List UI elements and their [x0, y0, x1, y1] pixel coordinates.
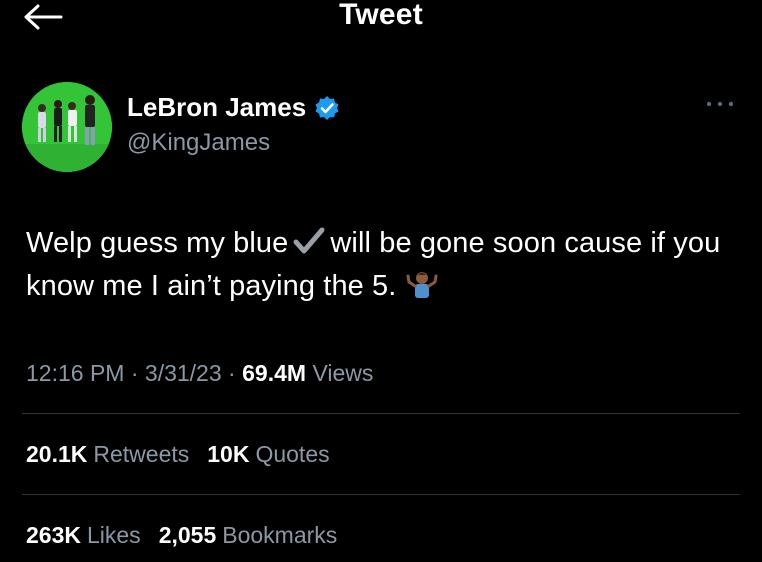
meta-separator: · — [228, 360, 236, 386]
bookmarks-count: 2,055 — [158, 522, 217, 548]
stats-row-likes: 263K Likes 2,055 Bookmarks — [26, 522, 337, 549]
divider — [22, 413, 740, 414]
views-label: Views — [312, 360, 374, 386]
author-name: LeBron James — [127, 92, 307, 122]
retweets-label: Retweets — [93, 441, 190, 467]
author-name-row[interactable]: LeBron James — [127, 92, 340, 123]
tweet-text-part1: Welp guess my blue — [26, 227, 289, 259]
quotes-stat[interactable]: 10K Quotes — [207, 441, 329, 468]
quotes-label: Quotes — [255, 441, 330, 467]
man-shrugging-emoji — [406, 272, 438, 298]
retweets-stat[interactable]: 20.1K Retweets — [26, 441, 189, 468]
author-handle[interactable]: @KingJames — [127, 129, 270, 157]
views-count: 69.4M — [242, 360, 307, 386]
top-bar: Tweet — [0, 0, 762, 40]
likes-count: 263K — [26, 522, 81, 548]
stats-row-engagement: 20.1K Retweets 10K Quotes — [26, 441, 330, 468]
divider — [22, 494, 740, 495]
bookmarks-label: Bookmarks — [222, 522, 338, 548]
tweet-date[interactable]: 3/31/23 — [145, 360, 222, 386]
avatar[interactable] — [22, 82, 112, 172]
quotes-count: 10K — [207, 441, 250, 467]
likes-stat[interactable]: 263K Likes — [26, 522, 141, 549]
heavy-check-mark-emoji — [293, 227, 325, 254]
likes-label: Likes — [86, 522, 141, 548]
avatar-image — [22, 82, 112, 172]
tweet-time[interactable]: 12:16 PM — [26, 360, 124, 386]
verified-badge-icon — [315, 95, 339, 120]
tweet-meta: 12:16 PM · 3/31/23 · 69.4M Views — [26, 360, 373, 387]
tweet-text: Welp guess my blue will be gone soon cau… — [26, 222, 742, 308]
bookmarks-stat[interactable]: 2,055 Bookmarks — [159, 522, 338, 549]
more-horizontal-icon — [706, 101, 734, 107]
meta-separator: · — [130, 360, 139, 386]
page-title: Tweet — [339, 0, 423, 31]
retweets-count: 20.1K — [26, 441, 88, 467]
more-options-button[interactable] — [700, 92, 740, 116]
